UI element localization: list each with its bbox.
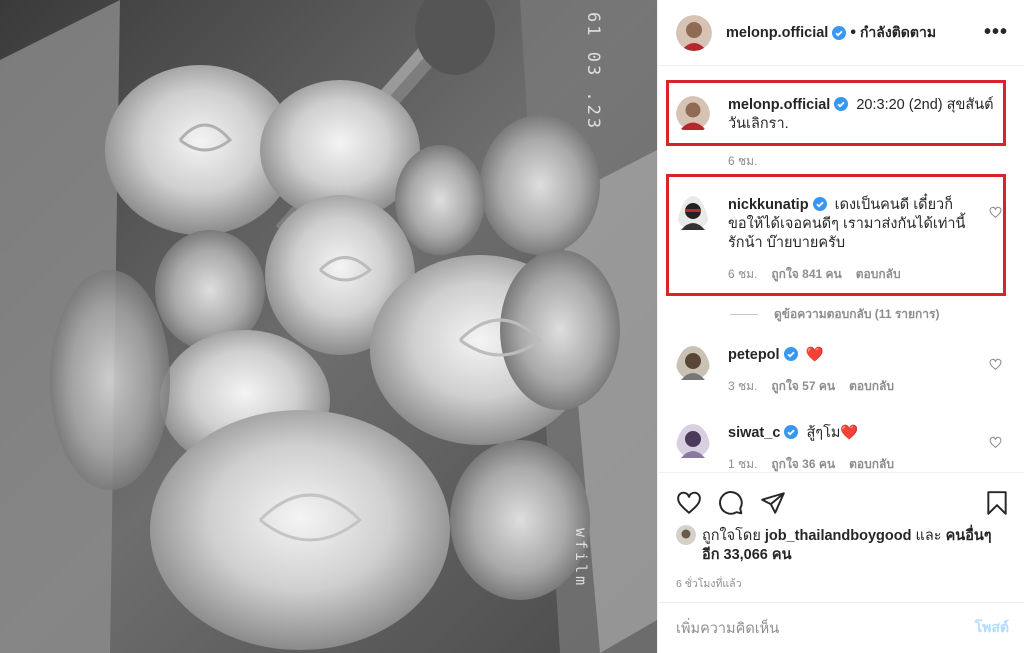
comment-input[interactable]: เพิ่มความคิดเห็น: [676, 617, 779, 640]
separator-dot: •: [850, 23, 856, 41]
liked-by-user[interactable]: job_thailandboygood: [765, 528, 912, 544]
film-brand-stamp: wfilm: [572, 528, 590, 589]
liked-by-text: ถูกใจโดย job_thailandboygood และ คนอื่นๆ…: [702, 527, 992, 565]
add-comment-bar: เพิ่มความคิดเห็น โพสต์: [658, 602, 1024, 653]
avatar[interactable]: [676, 346, 710, 396]
replies-divider-line: [730, 314, 758, 315]
share-icon[interactable]: [760, 490, 786, 516]
comment-meta: 3 ชม. ถูกใจ 57 คน ตอบกลับ: [728, 377, 968, 396]
post-comment-button[interactable]: โพสต์: [975, 617, 1009, 639]
reply-button[interactable]: ตอบกลับ: [849, 457, 894, 471]
post-actions: ถูกใจโดย job_thailandboygood และ คนอื่นๆ…: [658, 472, 1024, 592]
liked-by: ถูกใจโดย job_thailandboygood และ คนอื่นๆ…: [658, 521, 1024, 565]
verified-badge-icon: [832, 25, 847, 40]
post-header: melonp.official • กำลังติดตาม •••: [658, 0, 1024, 66]
comment-username[interactable]: petepol: [728, 347, 780, 363]
comment-likes[interactable]: ถูกใจ 57 คน: [771, 379, 835, 393]
comment-time: 1 ชม.: [728, 457, 758, 471]
comment-item: petepol ❤️ 3 ชม. ถูกใจ 57 คน ตอบกลับ: [676, 346, 1006, 396]
verified-badge-icon: [784, 425, 799, 439]
reply-button[interactable]: ตอบกลับ: [849, 379, 894, 393]
comment-clip: siwat_c สู้ๆโม❤️ 1 ชม. ถูกใจ 36 คน ตอบกลับ: [658, 410, 1024, 472]
liked-by-and: และ: [915, 528, 942, 544]
rose-bouquet-image: [0, 0, 657, 653]
comment-time: 3 ชม.: [728, 379, 758, 393]
view-replies-button[interactable]: ดูข้อความตอบกลับ (11 รายการ): [730, 305, 939, 324]
comment-text: ❤️: [805, 347, 824, 363]
caption-time: 6 ชม.: [728, 154, 758, 168]
like-comment-icon[interactable]: [989, 436, 1002, 449]
like-comment-icon[interactable]: [989, 358, 1002, 371]
comment-likes[interactable]: ถูกใจ 36 คน: [771, 457, 835, 471]
following-button[interactable]: กำลังติดตาม: [860, 22, 936, 44]
comment-item: siwat_c สู้ๆโม❤️ 1 ชม. ถูกใจ 36 คน ตอบกลับ: [676, 424, 1006, 472]
comment-text-block: siwat_c สู้ๆโม❤️ 1 ชม. ถูกใจ 36 คน ตอบกลับ: [728, 424, 968, 472]
header-username[interactable]: melonp.official: [726, 25, 828, 41]
comment-text-block: petepol ❤️ 3 ชม. ถูกใจ 57 คน ตอบกลับ: [728, 346, 968, 396]
avatar[interactable]: [676, 14, 712, 51]
post-photo[interactable]: 61 03 .23 wfilm: [0, 0, 657, 653]
bookmark-icon[interactable]: [985, 490, 1009, 516]
liked-by-prefix: ถูกใจโดย: [702, 528, 761, 544]
highlight-box-comment: [666, 174, 1006, 296]
film-date-stamp: 61 03 .23: [583, 12, 603, 132]
comment-text: สู้ๆโม❤️: [806, 425, 859, 441]
post-time-ago: 6 ชั่วโมงที่แล้ว: [676, 578, 742, 590]
avatar[interactable]: [676, 525, 696, 545]
view-replies-label: ดูข้อความตอบกลับ (11 รายการ): [774, 307, 940, 321]
action-icons-row: [658, 473, 1024, 521]
comment-icon[interactable]: [718, 490, 744, 516]
highlight-box-caption: [666, 80, 1006, 146]
comment-username[interactable]: siwat_c: [728, 425, 780, 441]
comment-meta: 1 ชม. ถูกใจ 36 คน ตอบกลับ: [728, 455, 968, 472]
verified-badge-icon: [783, 347, 798, 361]
heart-icon[interactable]: [676, 490, 702, 516]
more-horizontal-icon[interactable]: •••: [984, 21, 1008, 44]
post-sidebar: melonp.official • กำลังติดตาม ••• melonp…: [657, 0, 1024, 653]
avatar[interactable]: [676, 424, 710, 472]
